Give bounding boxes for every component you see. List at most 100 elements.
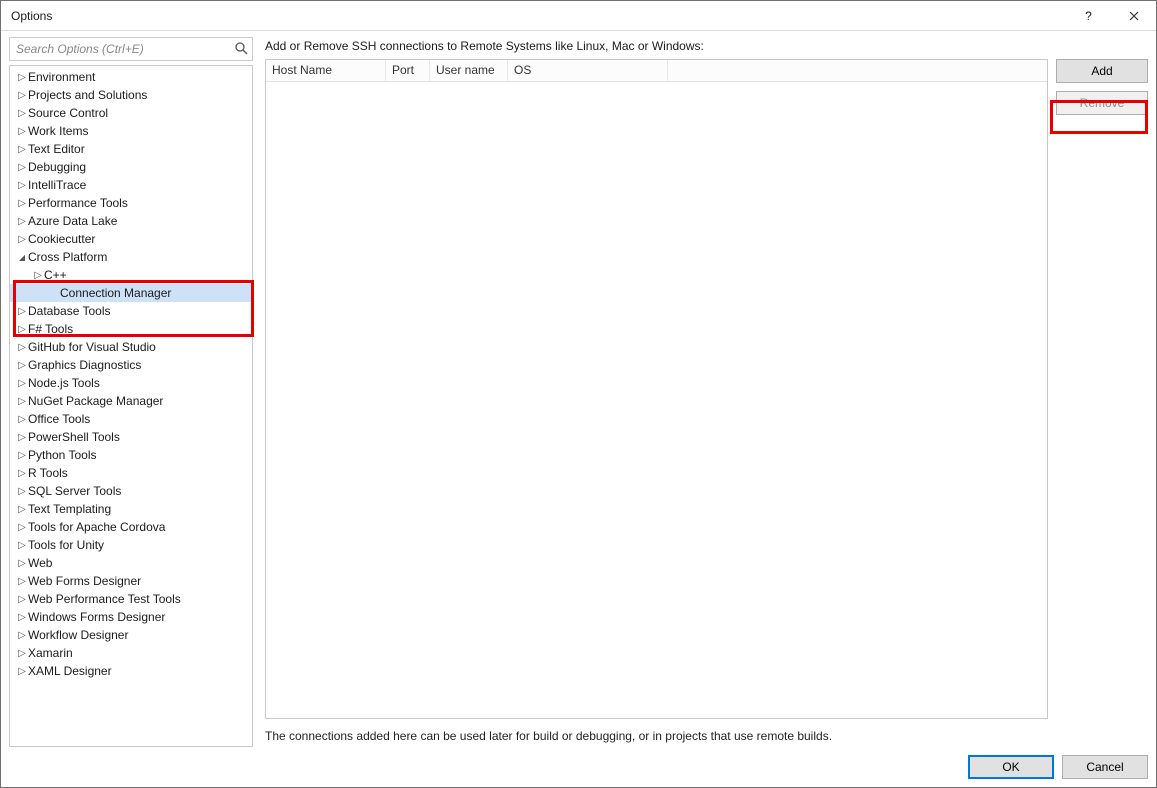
tree-item-projects-and-solutions[interactable]: ▷Projects and Solutions bbox=[10, 86, 252, 104]
cancel-button[interactable]: Cancel bbox=[1062, 755, 1148, 779]
tree-item-powershell-tools[interactable]: ▷PowerShell Tools bbox=[10, 428, 252, 446]
tree-item-web-performance-test-tools[interactable]: ▷Web Performance Test Tools bbox=[10, 590, 252, 608]
tree-item-graphics-diagnostics[interactable]: ▷Graphics Diagnostics bbox=[10, 356, 252, 374]
options-tree[interactable]: ▷Environment▷Projects and Solutions▷Sour… bbox=[9, 65, 253, 747]
chevron-right-icon: ▷ bbox=[16, 234, 28, 245]
tree-item-r-tools[interactable]: ▷R Tools bbox=[10, 464, 252, 482]
chevron-right-icon: ▷ bbox=[16, 162, 28, 173]
tree-item-office-tools[interactable]: ▷Office Tools bbox=[10, 410, 252, 428]
col-spacer bbox=[668, 60, 1047, 81]
titlebar: Options ? bbox=[1, 1, 1156, 31]
tree-item-label: Office Tools bbox=[28, 412, 90, 426]
col-username[interactable]: User name bbox=[430, 60, 508, 81]
window-title: Options bbox=[11, 9, 1066, 23]
panel-footnote: The connections added here can be used l… bbox=[265, 729, 1148, 743]
search-icon[interactable] bbox=[234, 41, 248, 55]
ok-button[interactable]: OK bbox=[968, 755, 1054, 779]
chevron-right-icon: ▷ bbox=[16, 306, 28, 317]
dialog-body: ▷Environment▷Projects and Solutions▷Sour… bbox=[1, 31, 1156, 787]
tree-item-label: Projects and Solutions bbox=[28, 88, 147, 102]
col-hostname[interactable]: Host Name bbox=[266, 60, 386, 81]
left-pane: ▷Environment▷Projects and Solutions▷Sour… bbox=[9, 37, 253, 747]
tree-item-label: Work Items bbox=[28, 124, 88, 138]
tree-item-xaml-designer[interactable]: ▷XAML Designer bbox=[10, 662, 252, 680]
tree-item-label: XAML Designer bbox=[28, 664, 112, 678]
tree-item-database-tools[interactable]: ▷Database Tools bbox=[10, 302, 252, 320]
tree-item-tools-for-unity[interactable]: ▷Tools for Unity bbox=[10, 536, 252, 554]
tree-item-label: Graphics Diagnostics bbox=[28, 358, 141, 372]
chevron-right-icon: ▷ bbox=[16, 216, 28, 227]
tree-item-web-forms-designer[interactable]: ▷Web Forms Designer bbox=[10, 572, 252, 590]
col-port[interactable]: Port bbox=[386, 60, 430, 81]
tree-item-xamarin[interactable]: ▷Xamarin bbox=[10, 644, 252, 662]
tree-item-intellitrace[interactable]: ▷IntelliTrace bbox=[10, 176, 252, 194]
chevron-right-icon: ▷ bbox=[16, 126, 28, 137]
tree-item-tools-for-apache-cordova[interactable]: ▷Tools for Apache Cordova bbox=[10, 518, 252, 536]
chevron-right-icon: ▷ bbox=[16, 378, 28, 389]
panel-heading: Add or Remove SSH connections to Remote … bbox=[265, 39, 1148, 53]
tree-item-label: SQL Server Tools bbox=[28, 484, 121, 498]
chevron-right-icon: ▷ bbox=[16, 540, 28, 551]
grid-body[interactable] bbox=[266, 82, 1047, 718]
tree-item-node-js-tools[interactable]: ▷Node.js Tools bbox=[10, 374, 252, 392]
tree-item-label: Web Forms Designer bbox=[28, 574, 141, 588]
tree-item-source-control[interactable]: ▷Source Control bbox=[10, 104, 252, 122]
connections-grid[interactable]: Host Name Port User name OS bbox=[265, 59, 1048, 719]
chevron-right-icon: ▷ bbox=[16, 108, 28, 119]
tree-item-text-editor[interactable]: ▷Text Editor bbox=[10, 140, 252, 158]
chevron-right-icon: ▷ bbox=[16, 432, 28, 443]
tree-item-label: Text Editor bbox=[28, 142, 85, 156]
tree-item-c-[interactable]: ▷C++ bbox=[10, 266, 252, 284]
dialog-buttons: OK Cancel bbox=[9, 747, 1148, 779]
chevron-right-icon: ▷ bbox=[16, 648, 28, 659]
tree-item-environment[interactable]: ▷Environment bbox=[10, 68, 252, 86]
chevron-right-icon: ▷ bbox=[16, 630, 28, 641]
options-dialog: Options ? ▷Environment▷Projects and Solu… bbox=[0, 0, 1157, 788]
tree-item-label: Database Tools bbox=[28, 304, 111, 318]
tree-item-github-for-visual-studio[interactable]: ▷GitHub for Visual Studio bbox=[10, 338, 252, 356]
help-button[interactable]: ? bbox=[1066, 1, 1111, 31]
tree-item-sql-server-tools[interactable]: ▷SQL Server Tools bbox=[10, 482, 252, 500]
tree-item-label: Tools for Apache Cordova bbox=[28, 520, 165, 534]
tree-item-label: IntelliTrace bbox=[28, 178, 86, 192]
chevron-right-icon: ▷ bbox=[16, 90, 28, 101]
chevron-right-icon: ▷ bbox=[16, 342, 28, 353]
tree-item-label: R Tools bbox=[28, 466, 68, 480]
chevron-right-icon: ▷ bbox=[16, 522, 28, 533]
tree-item-python-tools[interactable]: ▷Python Tools bbox=[10, 446, 252, 464]
add-button[interactable]: Add bbox=[1056, 59, 1148, 83]
tree-item-work-items[interactable]: ▷Work Items bbox=[10, 122, 252, 140]
tree-item-workflow-designer[interactable]: ▷Workflow Designer bbox=[10, 626, 252, 644]
chevron-right-icon: ▷ bbox=[16, 396, 28, 407]
tree-item-label: Text Templating bbox=[28, 502, 111, 516]
tree-item-nuget-package-manager[interactable]: ▷NuGet Package Manager bbox=[10, 392, 252, 410]
tree-item-connection-manager[interactable]: Connection Manager bbox=[10, 284, 252, 302]
grid-wrap: Host Name Port User name OS Add Remove bbox=[265, 59, 1148, 719]
tree-item-label: C++ bbox=[44, 268, 67, 282]
tree-item-windows-forms-designer[interactable]: ▷Windows Forms Designer bbox=[10, 608, 252, 626]
tree-item-label: NuGet Package Manager bbox=[28, 394, 163, 408]
tree-item-f-tools[interactable]: ▷F# Tools bbox=[10, 320, 252, 338]
tree-item-label: Web bbox=[28, 556, 52, 570]
tree-item-azure-data-lake[interactable]: ▷Azure Data Lake bbox=[10, 212, 252, 230]
main-area: ▷Environment▷Projects and Solutions▷Sour… bbox=[9, 37, 1148, 747]
chevron-right-icon: ▷ bbox=[16, 144, 28, 155]
tree-item-debugging[interactable]: ▷Debugging bbox=[10, 158, 252, 176]
tree-item-performance-tools[interactable]: ▷Performance Tools bbox=[10, 194, 252, 212]
search-wrap bbox=[9, 37, 253, 61]
tree-item-cross-platform[interactable]: ◢Cross Platform bbox=[10, 248, 252, 266]
tree-item-label: Performance Tools bbox=[28, 196, 128, 210]
tree-item-label: Environment bbox=[28, 70, 95, 84]
tree-item-label: GitHub for Visual Studio bbox=[28, 340, 156, 354]
chevron-right-icon: ▷ bbox=[32, 270, 44, 281]
tree-item-cookiecutter[interactable]: ▷Cookiecutter bbox=[10, 230, 252, 248]
tree-item-label: Cross Platform bbox=[28, 250, 107, 264]
search-input[interactable] bbox=[9, 37, 253, 61]
close-button[interactable] bbox=[1111, 1, 1156, 31]
col-os[interactable]: OS bbox=[508, 60, 668, 81]
tree-item-label: Workflow Designer bbox=[28, 628, 128, 642]
tree-item-web[interactable]: ▷Web bbox=[10, 554, 252, 572]
tree-item-label: Connection Manager bbox=[60, 286, 171, 300]
tree-item-label: Source Control bbox=[28, 106, 108, 120]
tree-item-text-templating[interactable]: ▷Text Templating bbox=[10, 500, 252, 518]
